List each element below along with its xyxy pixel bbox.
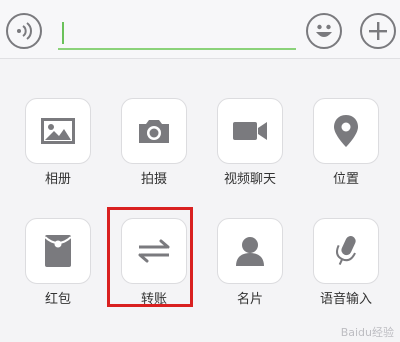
panel-item-contact-card[interactable]: 名片 [202,218,298,308]
panel-item-location[interactable]: 位置 [298,98,394,188]
red-packet-icon [44,235,72,267]
panel-item-label: 拍摄 [140,172,167,187]
panel-item-label: 名片 [236,292,263,307]
panel-item-camera[interactable]: 拍摄 [106,98,202,188]
video-chat-tile[interactable] [217,98,283,164]
camera-icon [139,120,169,143]
panel-item-red-packet[interactable]: 红包 [10,218,106,308]
location-pin-icon [334,115,358,147]
voice-input-tile[interactable] [313,218,379,284]
contact-card-icon [236,237,264,266]
watermark: Baidu经验 [340,326,394,339]
voice-input-icon [336,236,356,266]
panel-item-video-chat[interactable]: 视频聊天 [202,98,298,188]
location-tile[interactable] [313,98,379,164]
panel-item-label: 相册 [44,172,71,187]
video-call-icon [233,122,267,140]
panel-item-label: 红包 [44,292,71,307]
highlight-box [107,207,193,307]
red-packet-tile[interactable] [25,218,91,284]
photo-album-icon [41,118,75,144]
panel-item-label: 语音输入 [319,292,372,307]
camera-tile[interactable] [121,98,187,164]
function-panel: 相册 拍摄 视频聊天 位置 红包 转账 名片 语音输入 [0,0,400,342]
panel-item-label: 位置 [332,172,359,187]
contact-card-tile[interactable] [217,218,283,284]
panel-item-album[interactable]: 相册 [10,98,106,188]
album-tile[interactable] [25,98,91,164]
panel-item-label: 视频聊天 [223,172,276,187]
panel-item-voice-input[interactable]: 语音输入 [298,218,394,308]
